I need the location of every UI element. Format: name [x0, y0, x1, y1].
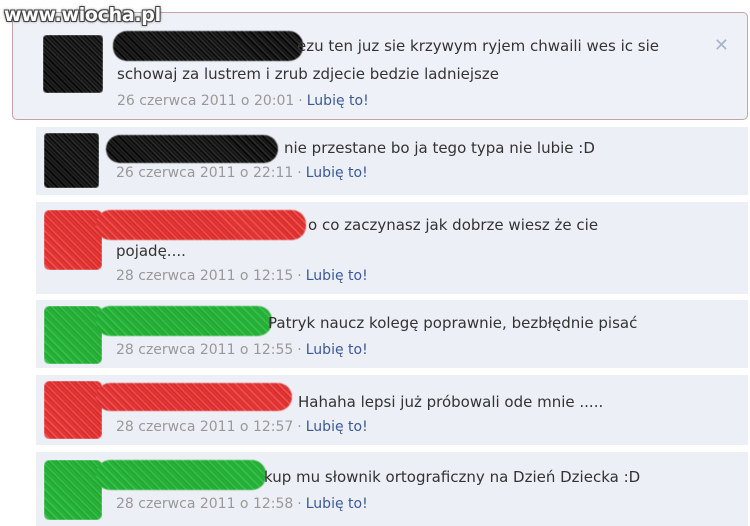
timestamp: 26 czerwca 2011 o 20:01 — [117, 93, 295, 109]
comment-meta: 28 czerwca 2011 o 12:15 · Lubię to! — [116, 268, 368, 284]
separator: · — [297, 342, 302, 358]
redacted-name-scribble — [113, 31, 303, 61]
comment-meta: 28 czerwca 2011 o 12:55 · Lubię to! — [116, 342, 368, 358]
timestamp: 28 czerwca 2011 o 12:58 — [116, 496, 294, 512]
like-link[interactable]: Lubię to! — [307, 93, 369, 109]
like-link[interactable]: Lubię to! — [306, 268, 368, 284]
comment-item: Patryk naucz kolegę poprawnie, bezbłędni… — [36, 300, 748, 368]
comment-text-line2: schowaj za lustrem i zrub zdjecie bedzie… — [117, 65, 499, 83]
separator: · — [297, 496, 302, 512]
comment-item: o co zaczynasz jak dobrze wiesz że cie p… — [36, 202, 748, 294]
comment-meta: 28 czerwca 2011 o 12:57 · Lubię to! — [116, 419, 368, 435]
redacted-name-scribble — [96, 383, 292, 411]
separator: · — [297, 419, 302, 435]
comment-text-line1: ezu ten juz sie krzywym ryjem chwaili we… — [297, 37, 659, 55]
redacted-name-scribble — [106, 135, 278, 163]
avatar[interactable] — [43, 35, 103, 93]
comment-item: nie przestane bo ja tego typa nie lubie … — [36, 127, 748, 195]
separator: · — [297, 165, 302, 181]
comment-text-line1: o co zaczynasz jak dobrze wiesz że cie — [308, 216, 599, 234]
avatar[interactable] — [44, 133, 99, 188]
comment-text-line1: Hahaha lepsi już próbowali ode mnie ....… — [298, 393, 604, 411]
separator: · — [297, 268, 302, 284]
comment-text-line1: nie przestane bo ja tego typa nie lubie … — [284, 139, 595, 157]
timestamp: 26 czerwca 2011 o 22:11 — [116, 165, 294, 181]
watermark-logo: www.wiocha.pl — [4, 4, 161, 26]
like-link[interactable]: Lubię to! — [306, 165, 368, 181]
timestamp: 28 czerwca 2011 o 12:55 — [116, 342, 294, 358]
separator: · — [298, 93, 303, 109]
comment-feed: www.wiocha.pl ezu ten juz sie krzywym ry… — [0, 0, 750, 526]
comment-text-line2: pojadę.... — [116, 242, 186, 260]
like-link[interactable]: Lubię to! — [306, 496, 368, 512]
avatar[interactable] — [44, 381, 102, 439]
comment-text-line1: kup mu słownik ortograficzny na Dzień Dz… — [264, 468, 641, 486]
comment-meta: 26 czerwca 2011 o 22:11 · Lubię to! — [116, 165, 368, 181]
comment-item: ezu ten juz sie krzywym ryjem chwaili we… — [12, 12, 748, 120]
comment-text-line1: Patryk naucz kolegę poprawnie, bezbłędni… — [268, 314, 638, 332]
comment-meta: 26 czerwca 2011 o 20:01 · Lubię to! — [117, 93, 369, 109]
like-link[interactable]: Lubię to! — [306, 419, 368, 435]
comment-item: kup mu słownik ortograficzny na Dzień Dz… — [36, 452, 748, 526]
avatar[interactable] — [44, 460, 102, 520]
redacted-name-scribble — [96, 460, 266, 490]
avatar[interactable] — [44, 210, 102, 270]
like-link[interactable]: Lubię to! — [306, 342, 368, 358]
comment-meta: 28 czerwca 2011 o 12:58 · Lubię to! — [116, 496, 368, 512]
avatar[interactable] — [44, 306, 102, 364]
close-icon[interactable]: ✕ — [714, 35, 729, 56]
comment-item: Hahaha lepsi już próbowali ode mnie ....… — [36, 375, 748, 445]
redacted-name-scribble — [96, 210, 306, 240]
timestamp: 28 czerwca 2011 o 12:57 — [116, 419, 294, 435]
timestamp: 28 czerwca 2011 o 12:15 — [116, 268, 294, 284]
redacted-name-scribble — [96, 306, 272, 336]
